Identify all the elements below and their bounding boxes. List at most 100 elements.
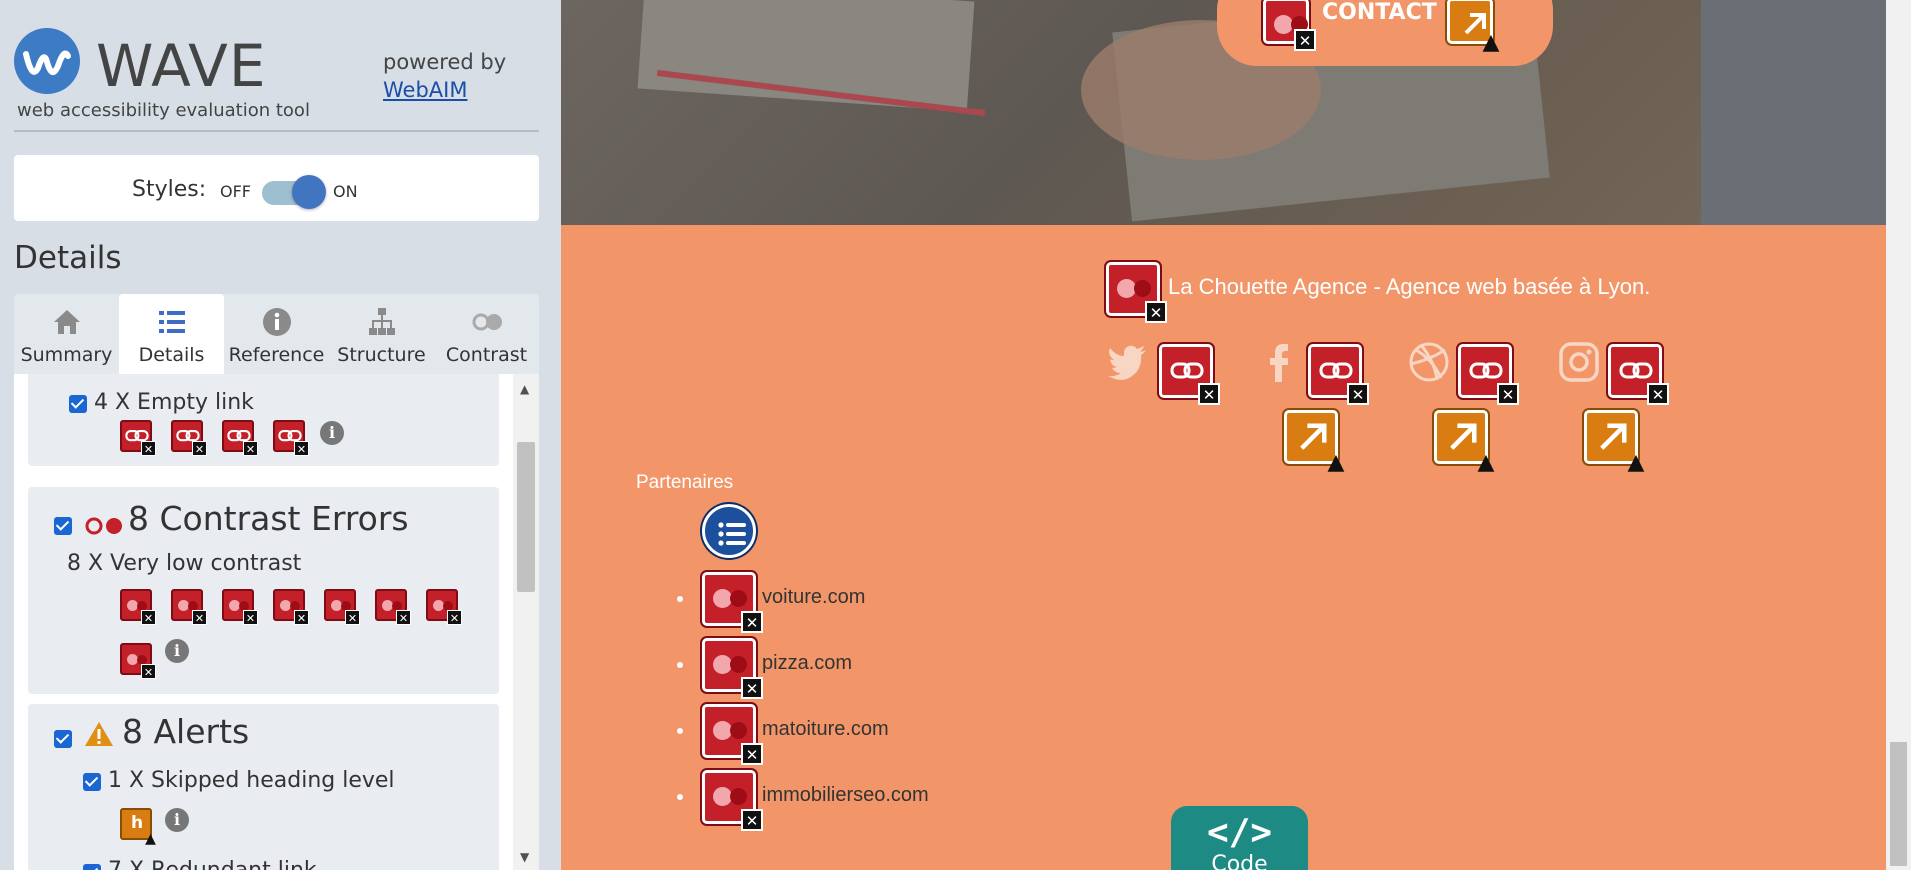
empty-link-icon[interactable]: ✕ xyxy=(1458,344,1519,405)
alerts-group: 8 Alerts 1 X Skipped heading level h ▲ i… xyxy=(28,704,499,870)
redundant-link-label: 7 X Redundant link xyxy=(108,858,317,870)
page-scrollbar-thumb[interactable] xyxy=(1890,742,1907,866)
contrast-error-icon[interactable]: ✕ xyxy=(273,589,309,625)
contrast-error-icon[interactable]: ✕ xyxy=(120,643,156,679)
page-scrollbar[interactable] xyxy=(1886,0,1911,870)
scrollbar-thumb[interactable] xyxy=(517,442,535,592)
tab-contrast[interactable]: Contrast xyxy=(434,294,539,374)
contrast-error-icon[interactable]: ✕ xyxy=(702,572,763,633)
info-icon xyxy=(263,308,291,336)
contrast-error-icon[interactable]: ✕ xyxy=(702,638,763,699)
contrast-dots xyxy=(713,589,747,609)
empty-link-icon[interactable]: ✕ xyxy=(222,420,258,456)
contact-label: CONTACT xyxy=(1322,0,1437,25)
error-mark: ✕ xyxy=(192,441,207,456)
tab-structure[interactable]: Structure xyxy=(329,294,434,374)
contrast-subtitle: 8 X Very low contrast xyxy=(67,551,302,576)
redundant-link-icon[interactable]: ▲ xyxy=(1447,0,1499,54)
error-mark: ✕ xyxy=(396,610,411,625)
tab-label: Contrast xyxy=(445,344,528,366)
empty-link-icon[interactable]: ✕ xyxy=(1608,344,1669,405)
contrast-error-icon[interactable]: ✕ xyxy=(702,704,763,765)
wave-subtitle: web accessibility evaluation tool xyxy=(17,100,310,121)
empty-link-icon[interactable]: ✕ xyxy=(120,420,156,456)
powered-by: powered by WebAIM xyxy=(383,48,506,104)
heading-glyph: h xyxy=(131,813,144,833)
error-mark: ✕ xyxy=(192,610,207,625)
error-mark: ✕ xyxy=(243,610,258,625)
error-mark: ✕ xyxy=(243,441,258,456)
empty-link-icon[interactable]: ✕ xyxy=(1159,344,1220,405)
styles-off-label: OFF xyxy=(220,182,251,201)
list-structure-icon[interactable] xyxy=(702,504,756,558)
redundant-link-checkbox[interactable] xyxy=(83,864,101,870)
partner-link[interactable]: matoiture.com xyxy=(762,718,889,741)
details-scrollbar[interactable]: ▲ ▼ xyxy=(513,374,539,870)
error-mark: ✕ xyxy=(447,610,462,625)
list-icon xyxy=(718,522,746,546)
contact-button[interactable]: ✕ CONTACT ▲ xyxy=(1217,0,1553,66)
dribbble-icon[interactable] xyxy=(1407,340,1451,384)
redundant-link-icon[interactable]: ▲ xyxy=(1584,410,1644,474)
contrast-error-icon[interactable]: ✕ xyxy=(120,589,156,625)
powered-by-label: powered by xyxy=(383,50,507,74)
chain-link-icon xyxy=(1170,362,1204,379)
wave-sidebar: WAVE web accessibility evaluation tool p… xyxy=(0,0,561,870)
facebook-icon[interactable] xyxy=(1257,340,1301,384)
partners-heading: Partenaires xyxy=(636,472,734,493)
redundant-link-icon[interactable]: ▲ xyxy=(1434,410,1494,474)
error-mark: ✕ xyxy=(741,809,763,831)
error-mark: ✕ xyxy=(741,611,763,633)
scroll-down-arrow[interactable]: ▼ xyxy=(520,850,529,864)
contrast-error-icon[interactable]: ✕ xyxy=(1263,0,1316,51)
contrast-error-icon[interactable]: ✕ xyxy=(171,589,207,625)
hero-tray xyxy=(1701,0,1886,225)
list-bullet xyxy=(677,596,683,602)
contrast-info-icon[interactable]: i xyxy=(165,639,189,663)
twitter-icon[interactable] xyxy=(1106,340,1150,384)
skipped-heading-checkbox[interactable] xyxy=(83,773,101,791)
styles-toggle-panel: Styles: OFF ON xyxy=(14,155,539,221)
alert-mark: ▲ xyxy=(1627,450,1645,475)
contrast-error-icon[interactable]: ✕ xyxy=(375,589,411,625)
webaim-link[interactable]: WebAIM xyxy=(383,76,506,104)
empty-link-info-icon[interactable]: i xyxy=(320,421,344,445)
instagram-icon[interactable] xyxy=(1557,340,1601,384)
skipped-heading-info-icon[interactable]: i xyxy=(165,808,189,832)
alert-mark: ▲ xyxy=(1327,450,1345,475)
partner-link[interactable]: voiture.com xyxy=(762,586,865,609)
contrast-error-icon[interactable]: ✕ xyxy=(1106,262,1167,323)
styles-toggle-knob[interactable] xyxy=(292,175,326,209)
tab-label: Reference xyxy=(228,344,325,366)
empty-link-icon[interactable]: ✕ xyxy=(273,420,309,456)
contrast-checkbox[interactable] xyxy=(54,517,72,535)
redundant-link-icon[interactable]: ▲ xyxy=(1284,410,1344,474)
empty-link-icon[interactable]: ✕ xyxy=(1308,344,1369,405)
tab-reference[interactable]: Reference xyxy=(224,294,329,374)
empty-link-checkbox[interactable] xyxy=(69,395,87,413)
error-mark: ✕ xyxy=(1294,29,1316,51)
contrast-error-icon[interactable]: ✕ xyxy=(702,770,763,831)
code-label: Code xyxy=(1211,852,1268,870)
chain-link-icon xyxy=(1319,362,1353,379)
alert-triangle-icon xyxy=(85,722,113,746)
error-mark: ✕ xyxy=(1497,383,1519,405)
contrast-dots xyxy=(1117,279,1151,299)
contrast-error-icon[interactable]: ✕ xyxy=(324,589,360,625)
scroll-up-arrow[interactable]: ▲ xyxy=(520,382,529,396)
chain-link-icon xyxy=(1619,362,1653,379)
partner-link[interactable]: immobilierseo.com xyxy=(762,784,929,807)
empty-link-icon[interactable]: ✕ xyxy=(171,420,207,456)
tab-summary[interactable]: Summary xyxy=(14,294,119,374)
alert-mark: ▲ xyxy=(1477,450,1495,475)
partner-link[interactable]: pizza.com xyxy=(762,652,852,675)
skipped-heading-icon[interactable]: h ▲ xyxy=(120,808,156,847)
contrast-dots xyxy=(713,787,747,807)
tab-details[interactable]: Details xyxy=(119,294,224,374)
alerts-checkbox[interactable] xyxy=(54,730,72,748)
code-toggle-button[interactable]: </> Code xyxy=(1171,806,1308,870)
contrast-error-icon[interactable]: ✕ xyxy=(222,589,258,625)
error-mark: ✕ xyxy=(1647,383,1669,405)
contrast-error-icon[interactable]: ✕ xyxy=(426,589,462,625)
empty-link-label: 4 X Empty link xyxy=(94,390,254,415)
